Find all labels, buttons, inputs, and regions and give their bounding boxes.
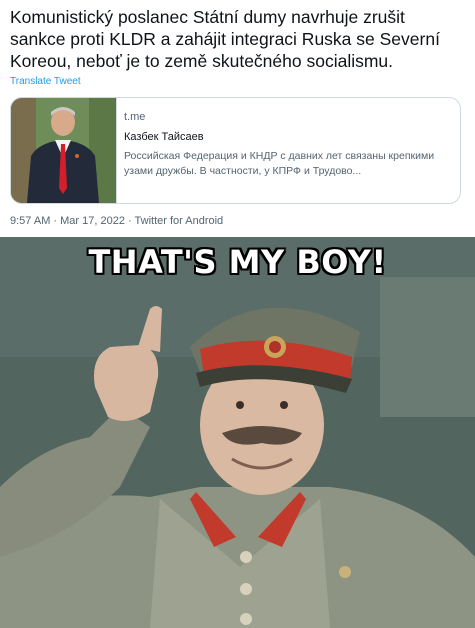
tweet-text-line: Komunistický poslanec Státní dumy navrhu… bbox=[10, 7, 405, 27]
tweet-text: Komunistický poslanec Státní dumy navrhu… bbox=[10, 6, 465, 72]
card-title: Казбек Тайсаев bbox=[124, 131, 204, 143]
translate-tweet-link[interactable]: Translate Tweet bbox=[10, 76, 81, 87]
stalin-pointing-illustration bbox=[0, 237, 475, 628]
meme-image: THAT'S MY BOY! bbox=[0, 237, 475, 628]
card-domain: t.me bbox=[124, 111, 146, 123]
tweet: Komunistický poslanec Státní dumy navrhu… bbox=[0, 0, 475, 237]
tweet-text-line: sankce proti KLDR a zahájit integraci Ru… bbox=[10, 29, 440, 49]
card-description: Российская Федерация и КНДР с давних лет… bbox=[124, 150, 435, 177]
tweet-meta: 9:57 AM · Mar 17, 2022 · Twitter for And… bbox=[10, 215, 224, 227]
link-preview-card[interactable]: t.me Казбек Тайсаев Российская Федерация… bbox=[10, 97, 461, 204]
card-thumbnail bbox=[11, 98, 117, 203]
tweet-text-line: Koreou, neboť je to země skutečného soci… bbox=[10, 51, 394, 71]
card-body: t.me Казбек Тайсаев Российская Федерация… bbox=[124, 110, 454, 179]
politician-photo bbox=[11, 98, 116, 203]
meme-caption: THAT'S MY BOY! bbox=[88, 243, 387, 281]
